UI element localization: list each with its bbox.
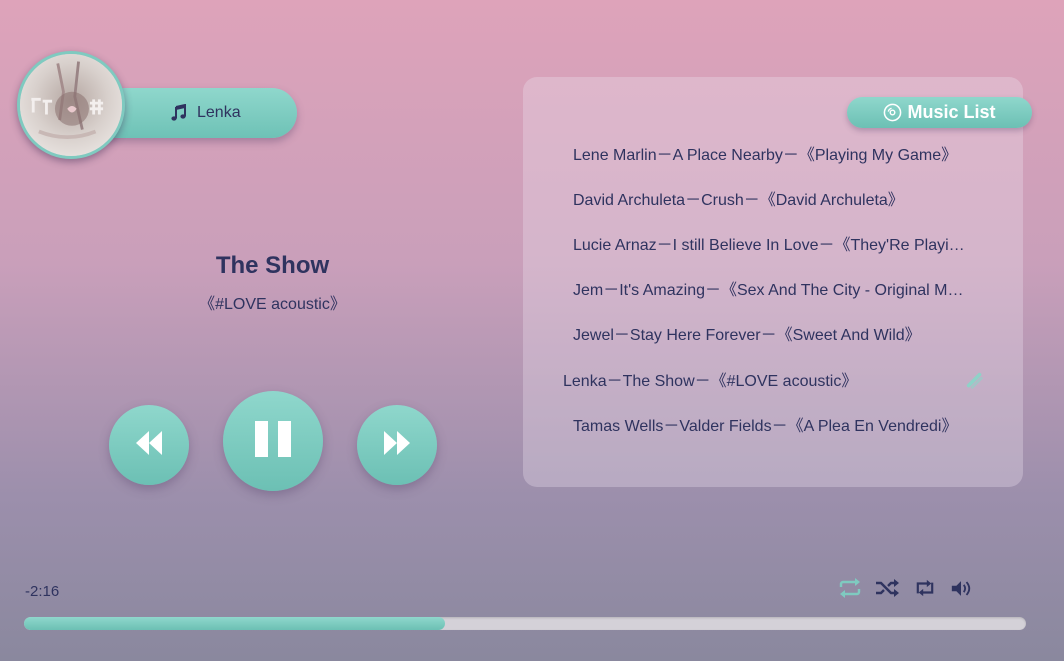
playlist-track[interactable]: Lene Marlin－A Place Nearby－《Playing My G… xyxy=(573,144,968,168)
progress-fill xyxy=(24,617,445,630)
music-note-icon xyxy=(170,104,188,122)
artist-name: Lenka xyxy=(197,104,241,121)
previous-track-button[interactable] xyxy=(109,405,189,485)
playlist-track-active[interactable]: Lenka－The Show－《#LOVE acoustic》 xyxy=(563,370,958,394)
volume-icon[interactable] xyxy=(949,577,973,599)
disc-icon xyxy=(883,103,902,122)
fast-forward-icon xyxy=(383,430,411,461)
song-title: The Show xyxy=(215,252,330,279)
playlist-track[interactable]: Tamas Wells－Valder Fields－《A Plea En Ven… xyxy=(573,415,968,439)
playlist-track[interactable]: Jewel－Stay Here Forever－《Sweet And Wild》 xyxy=(573,324,968,348)
playlist-track[interactable]: Lucie Arnaz－I still Believe In Love－《The… xyxy=(573,234,968,258)
music-list-header[interactable]: Music List xyxy=(847,97,1032,128)
playlist-track[interactable]: Jem－It's Amazing－《Sex And The City - Ori… xyxy=(573,279,968,303)
next-track-button[interactable] xyxy=(357,405,437,485)
music-list-label: Music List xyxy=(907,102,996,122)
play-pause-button[interactable] xyxy=(223,391,323,491)
song-album: 《#LOVE acoustic》 xyxy=(199,296,346,313)
repeat-one-icon[interactable] xyxy=(913,577,937,599)
progress-bar[interactable] xyxy=(24,617,1026,630)
pause-icon xyxy=(254,420,292,463)
rewind-icon xyxy=(135,430,163,461)
shuffle-icon[interactable] xyxy=(875,577,899,599)
repeat-list-icon[interactable] xyxy=(838,577,862,599)
album-art-avatar xyxy=(17,51,125,159)
remaining-time: -2:16 xyxy=(25,583,60,600)
now-playing-icon xyxy=(964,370,986,392)
playlist-track[interactable]: David Archuleta－Crush－《David Archuleta》 xyxy=(573,189,968,213)
